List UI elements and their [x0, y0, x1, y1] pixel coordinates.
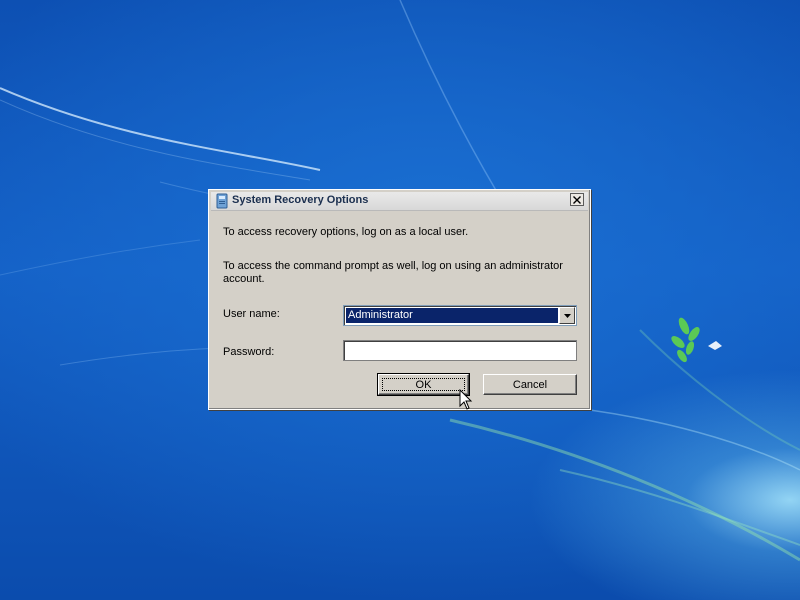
password-label: Password: [223, 346, 275, 358]
cancel-button[interactable]: Cancel [483, 374, 577, 395]
password-field[interactable] [343, 340, 577, 361]
ok-button[interactable]: OK [377, 373, 470, 396]
system-recovery-dialog: System Recovery Options To access recove… [208, 189, 591, 410]
recovery-drive-icon [215, 193, 229, 209]
username-selected-value: Administrator [346, 308, 558, 323]
dialog-titlebar[interactable]: System Recovery Options [211, 192, 588, 211]
chevron-down-icon [563, 313, 571, 318]
instruction-text-admin-cont: account. [223, 273, 265, 285]
close-icon [573, 195, 581, 204]
username-dropdown[interactable]: Administrator [343, 305, 577, 326]
cancel-button-label: Cancel [512, 378, 548, 391]
focus-ring [382, 378, 465, 391]
close-button[interactable] [570, 193, 584, 206]
dropdown-button[interactable] [559, 307, 575, 324]
username-label: User name: [223, 308, 280, 320]
instruction-text-local-user: To access recovery options, log on as a … [223, 226, 469, 238]
instruction-text-admin: To access the command prompt as well, lo… [223, 260, 563, 272]
dialog-title: System Recovery Options [232, 194, 369, 206]
mouse-pointer-icon [459, 389, 473, 410]
